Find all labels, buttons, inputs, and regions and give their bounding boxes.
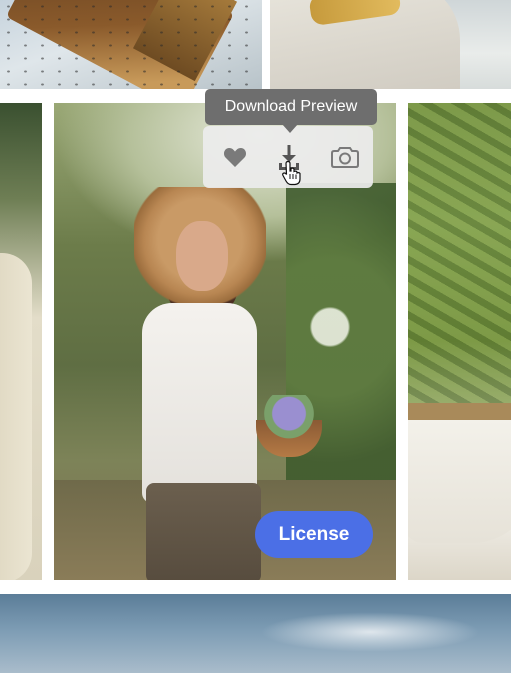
image-tile-sky[interactable] — [0, 594, 511, 673]
download-preview-tooltip: Download Preview — [205, 89, 377, 125]
image-tile-beekeeper-suit[interactable] — [270, 0, 511, 89]
heart-icon — [223, 148, 247, 167]
like-button[interactable] — [207, 126, 263, 188]
tooltip-arrow — [282, 124, 298, 133]
license-button[interactable]: License — [255, 511, 373, 558]
image-tile-left-partial[interactable] — [0, 103, 42, 580]
tooltip-text: Download Preview — [224, 98, 358, 115]
license-button-label: License — [278, 523, 350, 545]
hand-pointer-icon — [281, 160, 303, 191]
image-tile-green-vegetables[interactable] — [408, 103, 511, 580]
camera-icon — [331, 147, 359, 168]
find-similar-button[interactable] — [317, 126, 373, 188]
image-tile-beekeeping-frame[interactable] — [0, 0, 262, 89]
